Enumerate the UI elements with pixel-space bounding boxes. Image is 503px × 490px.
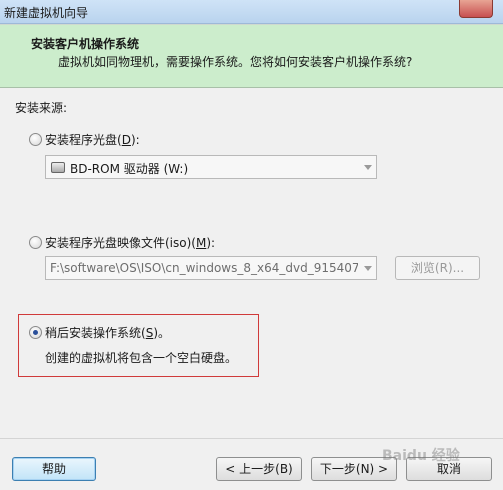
iso-label-prefix: 安装程序光盘映像文件(iso)( (45, 236, 196, 250)
iso-label-hotkey: M (195, 236, 207, 250)
title-bar: 新建虚拟机向导 (0, 0, 503, 24)
install-source-label: 安装来源: (15, 101, 68, 115)
header-subtitle: 虚拟机如同物理机，需要操作系统。您将如何安装客户机操作系统? (58, 55, 413, 69)
later-label-prefix: 稍后安装操作系统( (45, 326, 146, 340)
install-later-description: 创建的虚拟机将包含一个空白硬盘。 (45, 351, 238, 365)
disc-label-hotkey: D (121, 133, 131, 147)
footer-divider (0, 438, 503, 439)
wizard-header: 安装客户机操作系统 虚拟机如同物理机，需要操作系统。您将如何安装客户机操作系统? (0, 24, 503, 88)
help-button[interactable]: 帮助 (12, 457, 96, 481)
iso-radio[interactable] (29, 236, 42, 249)
iso-radio-label[interactable]: 安装程序光盘映像文件(iso)(M): (45, 234, 215, 251)
install-later-radio[interactable] (29, 326, 42, 339)
disc-drive-select[interactable]: BD-ROM 驱动器 (W:) (45, 155, 377, 179)
window-title: 新建虚拟机向导 (4, 6, 89, 20)
chevron-down-icon (364, 165, 372, 170)
later-label-suffix: )。 (153, 326, 170, 340)
disc-drive-value: BD-ROM 驱动器 (W:) (70, 162, 189, 176)
disc-drive-icon (51, 162, 65, 173)
iso-label-suffix: ): (206, 236, 216, 250)
back-button[interactable]: < 上一步(B) (216, 457, 302, 481)
disc-radio-label[interactable]: 安装程序光盘(D): (45, 131, 140, 148)
watermark: Baidu 经验 (382, 448, 460, 464)
disc-radio[interactable] (29, 133, 42, 146)
disc-label-prefix: 安装程序光盘( (45, 133, 122, 147)
install-later-label[interactable]: 稍后安装操作系统(S)。 (45, 324, 170, 341)
browse-button[interactable]: 浏览(R)... (395, 256, 480, 280)
chevron-down-icon (364, 266, 372, 271)
iso-path-value: F:\software\OS\ISO\cn_windows_8_x64_dvd_… (50, 261, 358, 275)
header-title: 安装客户机操作系统 (31, 37, 140, 51)
close-button[interactable] (459, 0, 493, 18)
iso-path-input[interactable]: F:\software\OS\ISO\cn_windows_8_x64_dvd_… (45, 256, 377, 280)
disc-label-suffix: ): (130, 133, 140, 147)
